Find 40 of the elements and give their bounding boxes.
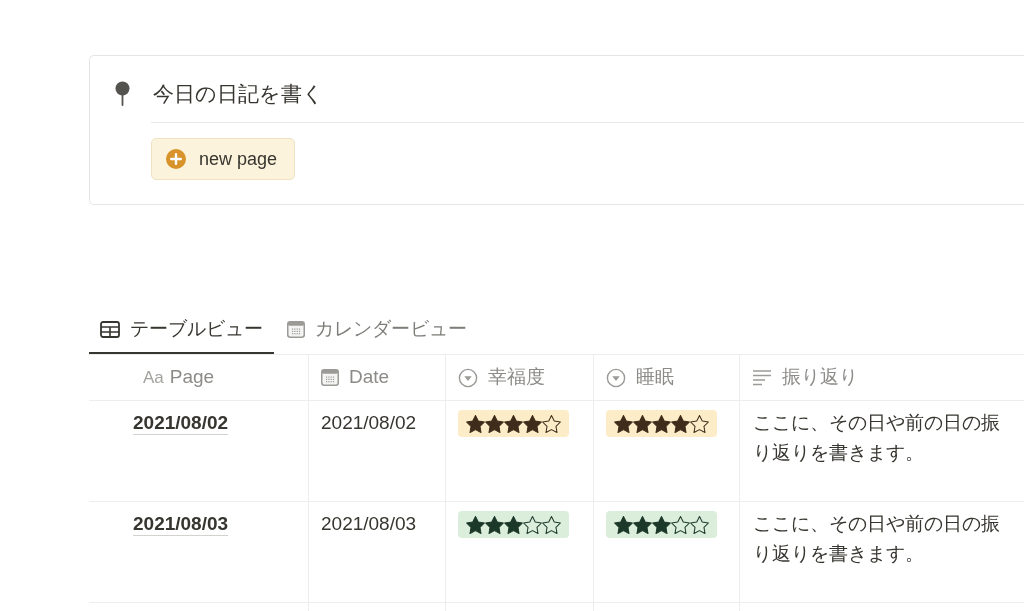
- star-icon: [466, 515, 485, 534]
- callout-title: 今日の日記を書く: [153, 81, 324, 107]
- empty-star-icon: [542, 515, 561, 534]
- plus-circle-icon: [166, 149, 186, 169]
- text-lines-icon: [752, 369, 772, 386]
- star-icon: [633, 515, 652, 534]
- calendar-icon: [321, 369, 339, 386]
- column-header[interactable]: Date: [309, 355, 446, 401]
- view-tab[interactable]: テーブルビュー: [89, 306, 274, 354]
- pushpin-icon: [114, 81, 131, 107]
- view-tab[interactable]: カレンダービュー: [276, 306, 478, 354]
- star-icon: [652, 414, 671, 433]
- column-header[interactable]: Aa Page: [89, 355, 309, 401]
- reflection-text: ここに、その日や前の日の振り返りを書きます。: [753, 411, 1001, 465]
- dropdown-circle-icon: [458, 367, 478, 388]
- table-icon: [100, 320, 120, 338]
- star-icon: [652, 515, 671, 534]
- title-type-glyph: Aa: [143, 366, 164, 389]
- dropdown-circle-icon: [606, 367, 626, 388]
- date-text: 2021/08/03: [321, 513, 417, 534]
- reflection-text: ここに、その日や前の日の振り返りを書きます。: [753, 512, 1001, 566]
- date-text: 2021/08/02: [321, 412, 417, 433]
- star-icon: [523, 414, 542, 433]
- empty-star-icon: [690, 515, 709, 534]
- star-icon: [504, 414, 523, 433]
- star-icon: [485, 515, 504, 534]
- column-header[interactable]: 睡眠: [594, 355, 740, 401]
- new-page-button[interactable]: new page: [151, 138, 296, 180]
- column-header[interactable]: 幸福度: [446, 355, 594, 401]
- star-icon: [614, 515, 633, 534]
- star-icon: [614, 414, 633, 433]
- star-icon: [671, 414, 690, 433]
- calendar-icon: [287, 320, 305, 338]
- star-icon: [466, 414, 485, 433]
- star-icon: [504, 515, 523, 534]
- page-link[interactable]: 2021/08/02: [133, 412, 229, 433]
- star-icon: [633, 414, 652, 433]
- column-header[interactable]: 振り返り: [740, 355, 1024, 401]
- page-link[interactable]: 2021/08/03: [133, 513, 229, 534]
- star-icon: [485, 414, 504, 433]
